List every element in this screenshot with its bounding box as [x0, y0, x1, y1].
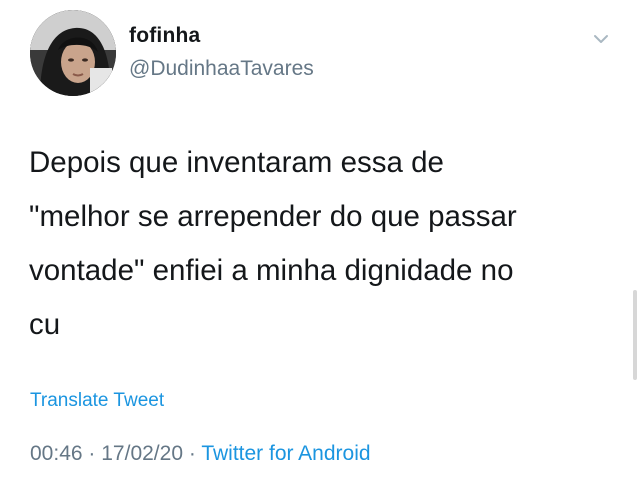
- tweet-date: 17/02/20: [101, 442, 183, 465]
- tweet-time: 00:46: [30, 442, 83, 465]
- tweet-metadata: 00:46 · 17/02/20 · Twitter for Android: [30, 442, 371, 466]
- translate-tweet-link[interactable]: Translate Tweet: [30, 390, 164, 412]
- avatar-photo: [30, 10, 116, 96]
- meta-separator: ·: [88, 442, 96, 465]
- meta-separator: ·: [188, 442, 196, 465]
- avatar[interactable]: [30, 10, 116, 96]
- display-name[interactable]: fofinha: [129, 24, 200, 48]
- user-handle[interactable]: @DudinhaaTavares: [129, 57, 314, 81]
- chevron-down-icon[interactable]: [592, 30, 610, 48]
- tweet-source-link[interactable]: Twitter for Android: [201, 442, 370, 465]
- scrollbar[interactable]: [633, 290, 637, 380]
- tweet-card: fofinha @DudinhaaTavares Depois que inve…: [0, 0, 640, 480]
- tweet-text: Depois que inventaram essa de "melhor se…: [29, 146, 517, 341]
